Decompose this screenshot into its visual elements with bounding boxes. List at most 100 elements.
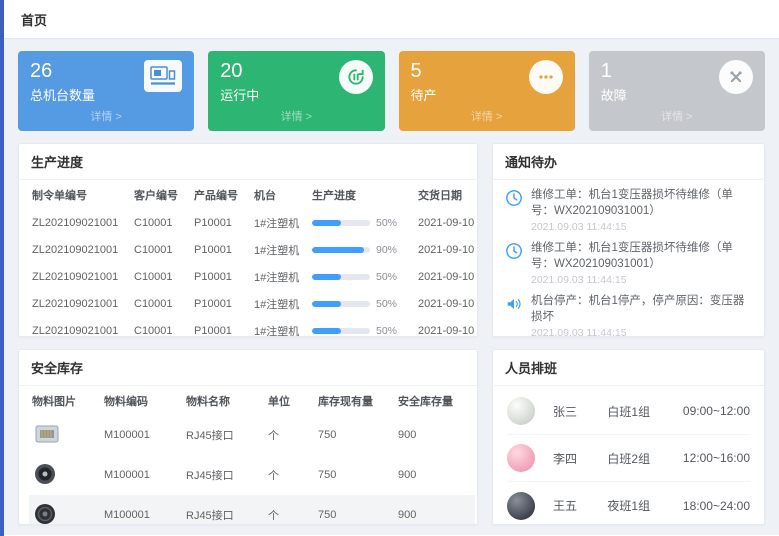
panel-title: 安全库存 bbox=[19, 350, 477, 386]
panel-title: 人员排班 bbox=[493, 350, 764, 386]
customer-no: C10001 bbox=[131, 263, 191, 290]
progress-label: 90% bbox=[376, 244, 397, 256]
shift-label: 白班1组 bbox=[607, 403, 683, 420]
delivery-date: 2021-09-10 bbox=[415, 236, 478, 263]
notification-item[interactable]: 维修工单：机台1变压器损坏待维修（单号：WX202109031001） 2021… bbox=[505, 241, 752, 286]
notification-text: 维修工单：机台1变压器损坏待维修（单号：WX202109031001） bbox=[531, 188, 752, 219]
detail-link[interactable]: 详情 > bbox=[220, 108, 372, 124]
panel-title: 通知待办 bbox=[493, 144, 764, 180]
progress-bar: 50% bbox=[312, 271, 412, 283]
column-header: 客户编号 bbox=[131, 180, 191, 209]
tab-home[interactable]: 首页 bbox=[21, 10, 47, 29]
schedule-row[interactable]: 李四 白班2组 12:00~16:00 bbox=[507, 435, 750, 482]
stat-card-waiting[interactable]: 5 待产 详情 > bbox=[399, 51, 575, 131]
stat-label: 总机台数量 bbox=[30, 85, 95, 104]
panel-notifications: 通知待办 维修工单：机台1变压器损坏待维修（单号：WX202109031001）… bbox=[492, 143, 765, 337]
product-no: P10001 bbox=[191, 209, 251, 236]
shift-label: 白班2组 bbox=[607, 450, 683, 467]
machine-name: 1#注塑机 bbox=[251, 263, 309, 290]
person-name: 李四 bbox=[553, 450, 607, 467]
progress-label: 50% bbox=[376, 217, 397, 229]
product-no: P10001 bbox=[191, 290, 251, 317]
column-header: 库存现有量 bbox=[315, 386, 395, 415]
material-code: M100001 bbox=[101, 415, 183, 455]
order-no: ZL202109021001 bbox=[29, 236, 131, 263]
stat-card-fault[interactable]: 1 故障 详情 > bbox=[589, 51, 765, 131]
stat-label: 故障 bbox=[601, 85, 627, 104]
notification-item[interactable]: 机台停产：机台1停产，停产原因：变压器损坏 2021.09.03 11:44:1… bbox=[505, 294, 752, 337]
stat-value: 5 bbox=[411, 60, 437, 82]
schedule-row[interactable]: 王五 夜班1组 18:00~24:00 bbox=[507, 482, 750, 525]
dashboard-content: 26 总机台数量 详情 > 20 运行中 详情 > bbox=[4, 39, 779, 535]
stat-label: 待产 bbox=[411, 85, 437, 104]
stat-card-total-machines[interactable]: 26 总机台数量 详情 > bbox=[18, 51, 194, 131]
order-no: ZL202109021001 bbox=[29, 290, 131, 317]
customer-no: C10001 bbox=[131, 209, 191, 236]
notification-time: 2021.09.03 11:44:15 bbox=[531, 274, 752, 286]
customer-no: C10001 bbox=[131, 317, 191, 337]
panel-title: 生产进度 bbox=[19, 144, 477, 180]
stat-label: 运行中 bbox=[220, 85, 259, 104]
progress-label: 50% bbox=[376, 271, 397, 283]
material-unit: 个 bbox=[265, 455, 315, 495]
sidebar-edge bbox=[0, 0, 4, 536]
machine-name: 1#注塑机 bbox=[251, 209, 309, 236]
stat-cards-row: 26 总机台数量 详情 > 20 运行中 详情 > bbox=[18, 51, 765, 131]
table-row[interactable]: ZL202109021001 C10001 P10001 1#注塑机 50% 2… bbox=[29, 209, 478, 236]
column-header: 物料图片 bbox=[29, 386, 101, 415]
table-row[interactable]: ZL202109021001 C10001 P10001 1#注塑机 50% 2… bbox=[29, 317, 478, 337]
clock-icon bbox=[505, 188, 523, 233]
table-row[interactable]: M100001 RJ45接口 个 750 900 bbox=[29, 495, 475, 525]
delivery-date: 2021-09-10 bbox=[415, 209, 478, 236]
material-image bbox=[32, 437, 62, 449]
person-name: 张三 bbox=[553, 403, 607, 420]
table-row[interactable]: ZL202109021001 C10001 P10001 1#注塑机 90% 2… bbox=[29, 236, 478, 263]
table-row[interactable]: M100001 RJ45接口 个 750 900 bbox=[29, 455, 475, 495]
shift-time: 12:00~16:00 bbox=[683, 451, 750, 465]
detail-link[interactable]: 详情 > bbox=[411, 108, 563, 124]
shift-time: 18:00~24:00 bbox=[683, 499, 750, 513]
detail-link[interactable]: 详情 > bbox=[601, 108, 753, 124]
table-row[interactable]: M100001 RJ45接口 个 750 900 bbox=[29, 415, 475, 455]
table-row[interactable]: ZL202109021001 C10001 P10001 1#注塑机 50% 2… bbox=[29, 290, 478, 317]
stat-value: 1 bbox=[601, 60, 627, 82]
stat-value: 26 bbox=[30, 60, 95, 82]
product-no: P10001 bbox=[191, 263, 251, 290]
column-header: 生产进度 bbox=[309, 180, 415, 209]
notification-text: 维修工单：机台1变压器损坏待维修（单号：WX202109031001） bbox=[531, 241, 752, 272]
inventory-table: 物料图片 物料编码 物料名称 单位 库存现有量 安全库存量 M100001 R bbox=[29, 386, 475, 525]
current-stock: 750 bbox=[315, 495, 395, 525]
shift-time: 09:00~12:00 bbox=[683, 404, 750, 418]
notification-item[interactable]: 维修工单：机台1变压器损坏待维修（单号：WX202109031001） 2021… bbox=[505, 188, 752, 233]
column-header: 产品编号 bbox=[191, 180, 251, 209]
schedule-row[interactable]: 张三 白班1组 09:00~12:00 bbox=[507, 388, 750, 435]
stat-card-running[interactable]: 20 运行中 详情 > bbox=[208, 51, 384, 131]
column-header: 制令单编号 bbox=[29, 180, 131, 209]
notification-time: 2021.09.03 11:44:15 bbox=[531, 221, 752, 233]
order-no: ZL202109021001 bbox=[29, 317, 131, 337]
avatar bbox=[507, 492, 535, 520]
safety-stock: 900 bbox=[395, 455, 475, 495]
tools-icon bbox=[719, 60, 753, 94]
delivery-date: 2021-09-10 bbox=[415, 263, 478, 290]
table-row[interactable]: ZL202109021001 C10001 P10001 1#注塑机 50% 2… bbox=[29, 263, 478, 290]
machine-icon bbox=[144, 60, 182, 92]
column-header: 交货日期 bbox=[415, 180, 478, 209]
material-image bbox=[32, 517, 58, 526]
detail-link[interactable]: 详情 > bbox=[30, 108, 182, 124]
column-header: 单位 bbox=[265, 386, 315, 415]
machine-name: 1#注塑机 bbox=[251, 290, 309, 317]
current-stock: 750 bbox=[315, 455, 395, 495]
column-header: 安全库存量 bbox=[395, 386, 475, 415]
machine-name: 1#注塑机 bbox=[251, 236, 309, 263]
customer-no: C10001 bbox=[131, 236, 191, 263]
material-name: RJ45接口 bbox=[183, 495, 265, 525]
machine-name: 1#注塑机 bbox=[251, 317, 309, 337]
material-code: M100001 bbox=[101, 455, 183, 495]
column-header: 物料编码 bbox=[101, 386, 183, 415]
product-no: P10001 bbox=[191, 236, 251, 263]
progress-bar: 50% bbox=[312, 298, 412, 310]
order-no: ZL202109021001 bbox=[29, 209, 131, 236]
top-header: 首页 bbox=[4, 0, 779, 39]
panel-production-progress: 生产进度 制令单编号 客户编号 产品编号 机台 生产进度 交货日期 bbox=[18, 143, 478, 337]
